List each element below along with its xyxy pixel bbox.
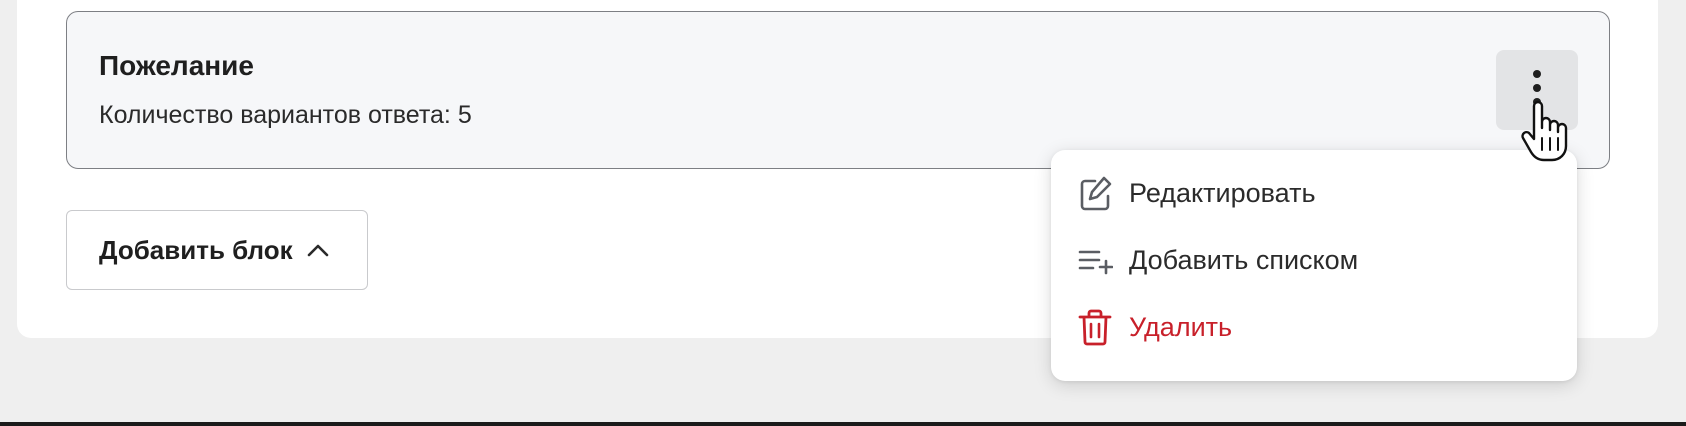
menu-item-add-as-list[interactable]: Добавить списком — [1077, 235, 1547, 285]
block-card[interactable]: Пожелание Количество вариантов ответа: 5 — [66, 11, 1610, 169]
menu-item-edit[interactable]: Редактировать — [1077, 168, 1547, 218]
add-block-label: Добавить блок — [99, 234, 293, 265]
bottom-border — [0, 422, 1686, 426]
block-title: Пожелание — [99, 50, 254, 81]
menu-item-delete[interactable]: Удалить — [1077, 302, 1547, 352]
chevron-up-icon — [307, 244, 328, 257]
add-block-button[interactable]: Добавить блок — [66, 210, 368, 290]
menu-item-label: Редактировать — [1129, 177, 1316, 208]
edit-icon — [1080, 176, 1112, 211]
hand-pointer-cursor-icon — [1521, 100, 1568, 162]
list-add-icon — [1078, 250, 1113, 275]
menu-item-label: Добавить списком — [1129, 244, 1359, 275]
menu-item-label: Удалить — [1129, 311, 1233, 342]
block-subtitle: Количество вариантов ответа: 5 — [99, 101, 472, 129]
trash-icon — [1078, 309, 1112, 346]
block-actions-menu: Редактировать Добавить списком Удалить — [1051, 150, 1577, 381]
